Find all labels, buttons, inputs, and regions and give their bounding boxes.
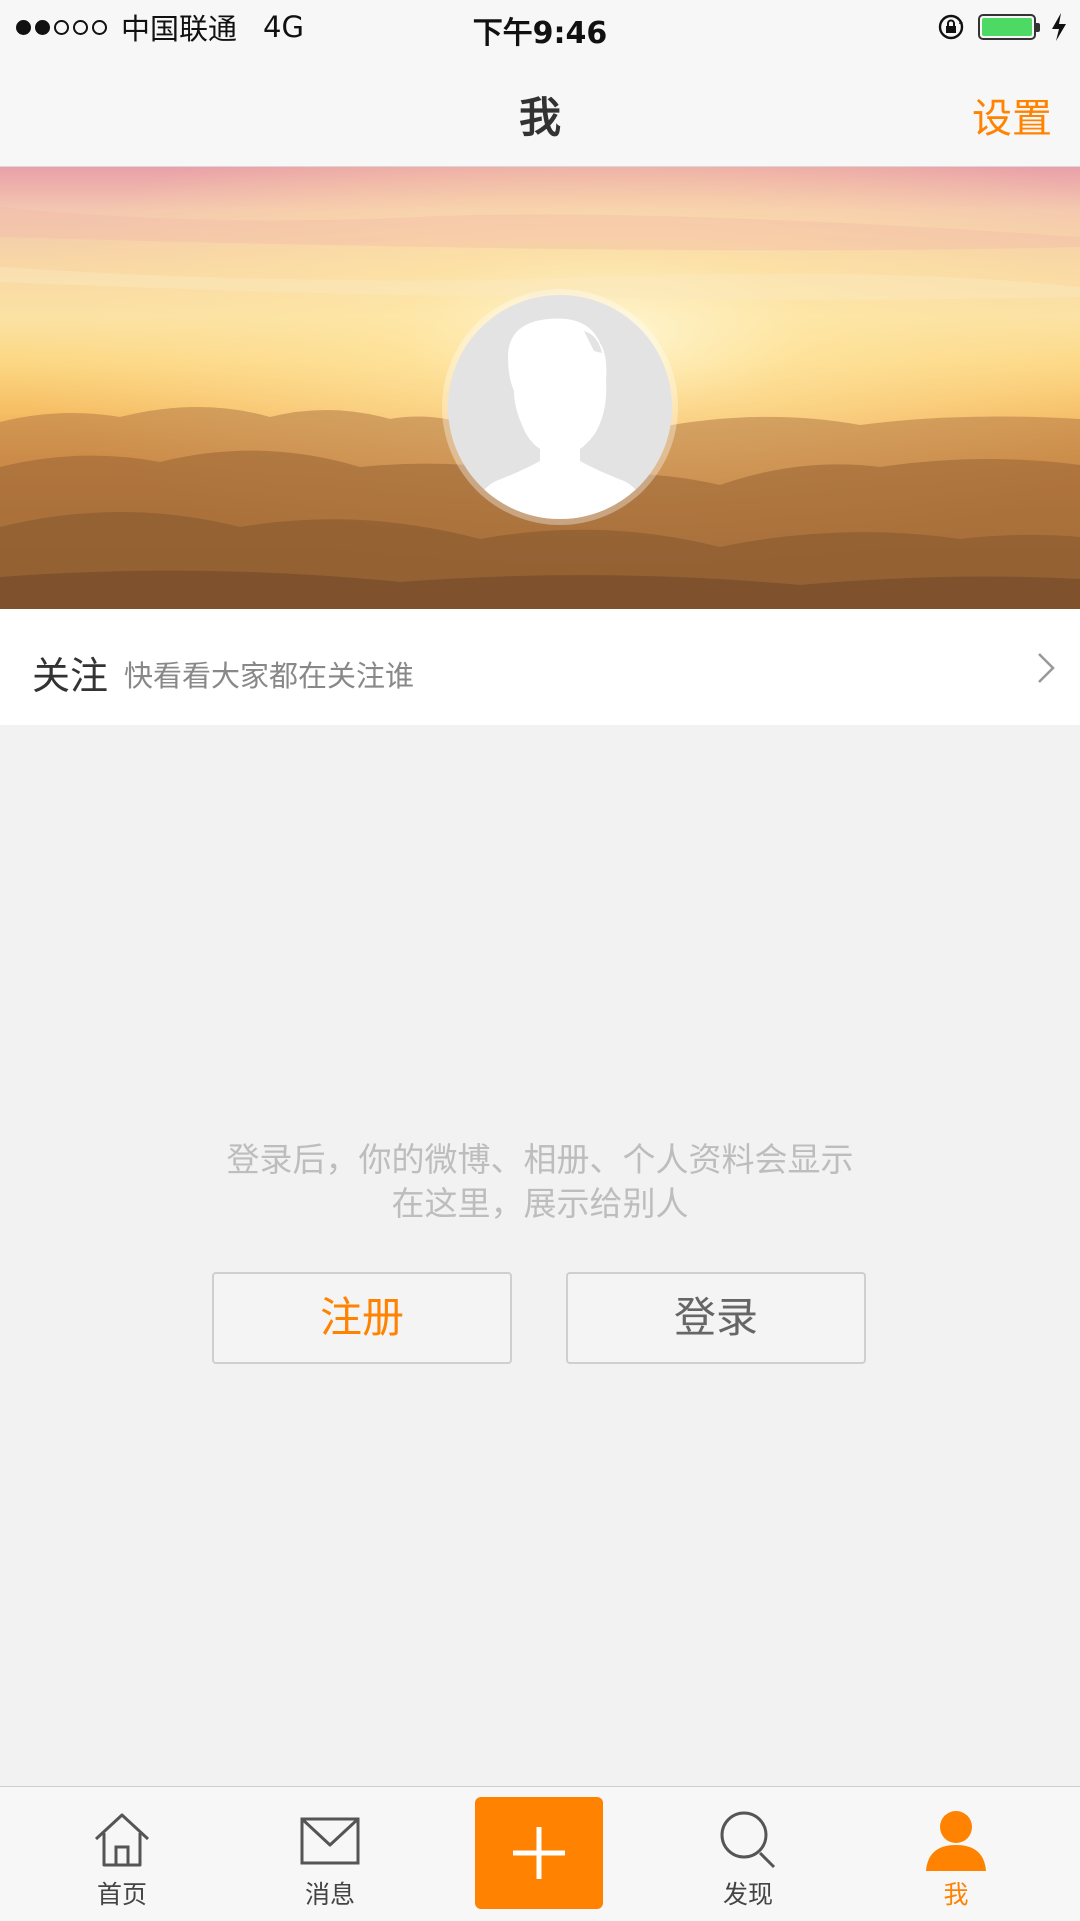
- tab-discover-label: 发现: [722, 1880, 773, 1909]
- status-time: 下午9:46: [472, 16, 608, 51]
- status-bar: 中国联通 4G 下午9:46: [0, 0, 1080, 54]
- battery-icon: [978, 14, 1040, 40]
- search-icon: [720, 1811, 776, 1869]
- envelope-icon: [300, 1817, 360, 1865]
- login-button[interactable]: 登录: [566, 1272, 866, 1364]
- login-prompt: 登录后，你的微博、相册、个人资料会显示 在这里，展示给别人: [180, 1138, 900, 1226]
- tab-discover[interactable]: 发现: [678, 1787, 818, 1921]
- tab-home-label: 首页: [96, 1880, 147, 1909]
- avatar[interactable]: [448, 295, 672, 519]
- battery-fill: [982, 18, 1032, 36]
- tab-bar: 首页 消息 发现 我: [0, 1786, 1080, 1921]
- status-right: [936, 10, 1068, 44]
- tab-messages-label: 消息: [304, 1880, 355, 1909]
- tab-me[interactable]: 我: [886, 1787, 1026, 1921]
- chevron-right-icon: [1038, 653, 1055, 683]
- charging-icon: [1052, 13, 1066, 41]
- follow-title: 关注: [32, 654, 109, 698]
- plus-icon: [513, 1827, 565, 1879]
- compose-button[interactable]: [475, 1797, 603, 1909]
- profile-banner: [0, 167, 1080, 609]
- tab-me-label: 我: [943, 1880, 969, 1909]
- register-button[interactable]: 注册: [212, 1272, 512, 1364]
- battery-tip: [1036, 23, 1040, 32]
- nav-bar: 我 设置: [0, 54, 1080, 167]
- login-prompt-line2: 在这里，展示给别人: [391, 1184, 689, 1223]
- home-icon: [94, 1813, 150, 1867]
- follow-row[interactable]: 关注 快看看大家都在关注谁: [0, 609, 1080, 725]
- settings-button[interactable]: 设置: [972, 86, 1052, 144]
- default-avatar-icon: [472, 318, 648, 519]
- person-icon: [926, 1811, 986, 1871]
- tab-messages[interactable]: 消息: [260, 1787, 400, 1921]
- tab-home[interactable]: 首页: [52, 1787, 192, 1921]
- follow-description: 快看看大家都在关注谁: [124, 659, 415, 693]
- page-title: 我: [518, 93, 561, 142]
- rotation-lock-icon: [938, 14, 964, 40]
- login-prompt-line1: 登录后，你的微博、相册、个人资料会显示: [226, 1140, 854, 1179]
